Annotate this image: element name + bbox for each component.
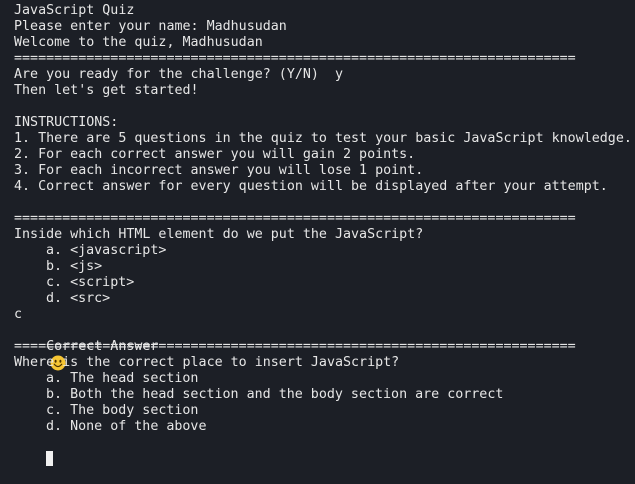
- separator-line: ========================================…: [14, 51, 576, 66]
- result-line: Correct Answer: [14, 323, 635, 371]
- ready-prompt-line: Are you ready for the challenge? (Y/N) y: [14, 67, 343, 82]
- instruction-line-3: 3. For each incorrect answer you will lo…: [14, 163, 424, 178]
- question-1-option-b: b. <js>: [46, 259, 103, 274]
- question-2-option-b: b. Both the head section and the body se…: [46, 387, 504, 402]
- instruction-line-4: 4. Correct answer for every question wil…: [14, 179, 608, 194]
- user-answer-1: c: [14, 307, 23, 322]
- question-1-option-d: d. <src>: [46, 291, 111, 306]
- question-2: Where is the correct place to insert Jav…: [14, 355, 400, 370]
- instruction-line-2: 2. For each correct answer you will gain…: [14, 147, 416, 162]
- start-line: Then let's get started!: [14, 83, 199, 98]
- separator-line: ========================================…: [14, 211, 576, 226]
- instructions-heading: INSTRUCTIONS:: [14, 115, 119, 130]
- terminal-window[interactable]: JavaScript Quiz Please enter your name: …: [0, 0, 635, 466]
- input-line[interactable]: [14, 435, 635, 466]
- question-1-option-c: c. <script>: [46, 275, 135, 290]
- question-2-option-a: a. The head section: [46, 371, 199, 386]
- question-1: Inside which HTML element do we put the …: [14, 227, 424, 242]
- separator-line: ========================================…: [14, 339, 576, 354]
- question-2-option-c: c. The body section: [46, 403, 199, 418]
- instruction-line-1: 1. There are 5 questions in the quiz to …: [14, 131, 632, 146]
- quiz-title: JavaScript Quiz: [14, 3, 135, 18]
- question-1-option-a: a. <javascript>: [46, 243, 167, 258]
- name-prompt-line: Please enter your name: Madhusudan: [14, 19, 287, 34]
- question-2-option-d: d. None of the above: [46, 419, 207, 434]
- welcome-line: Welcome to the quiz, Madhusudan: [14, 35, 263, 50]
